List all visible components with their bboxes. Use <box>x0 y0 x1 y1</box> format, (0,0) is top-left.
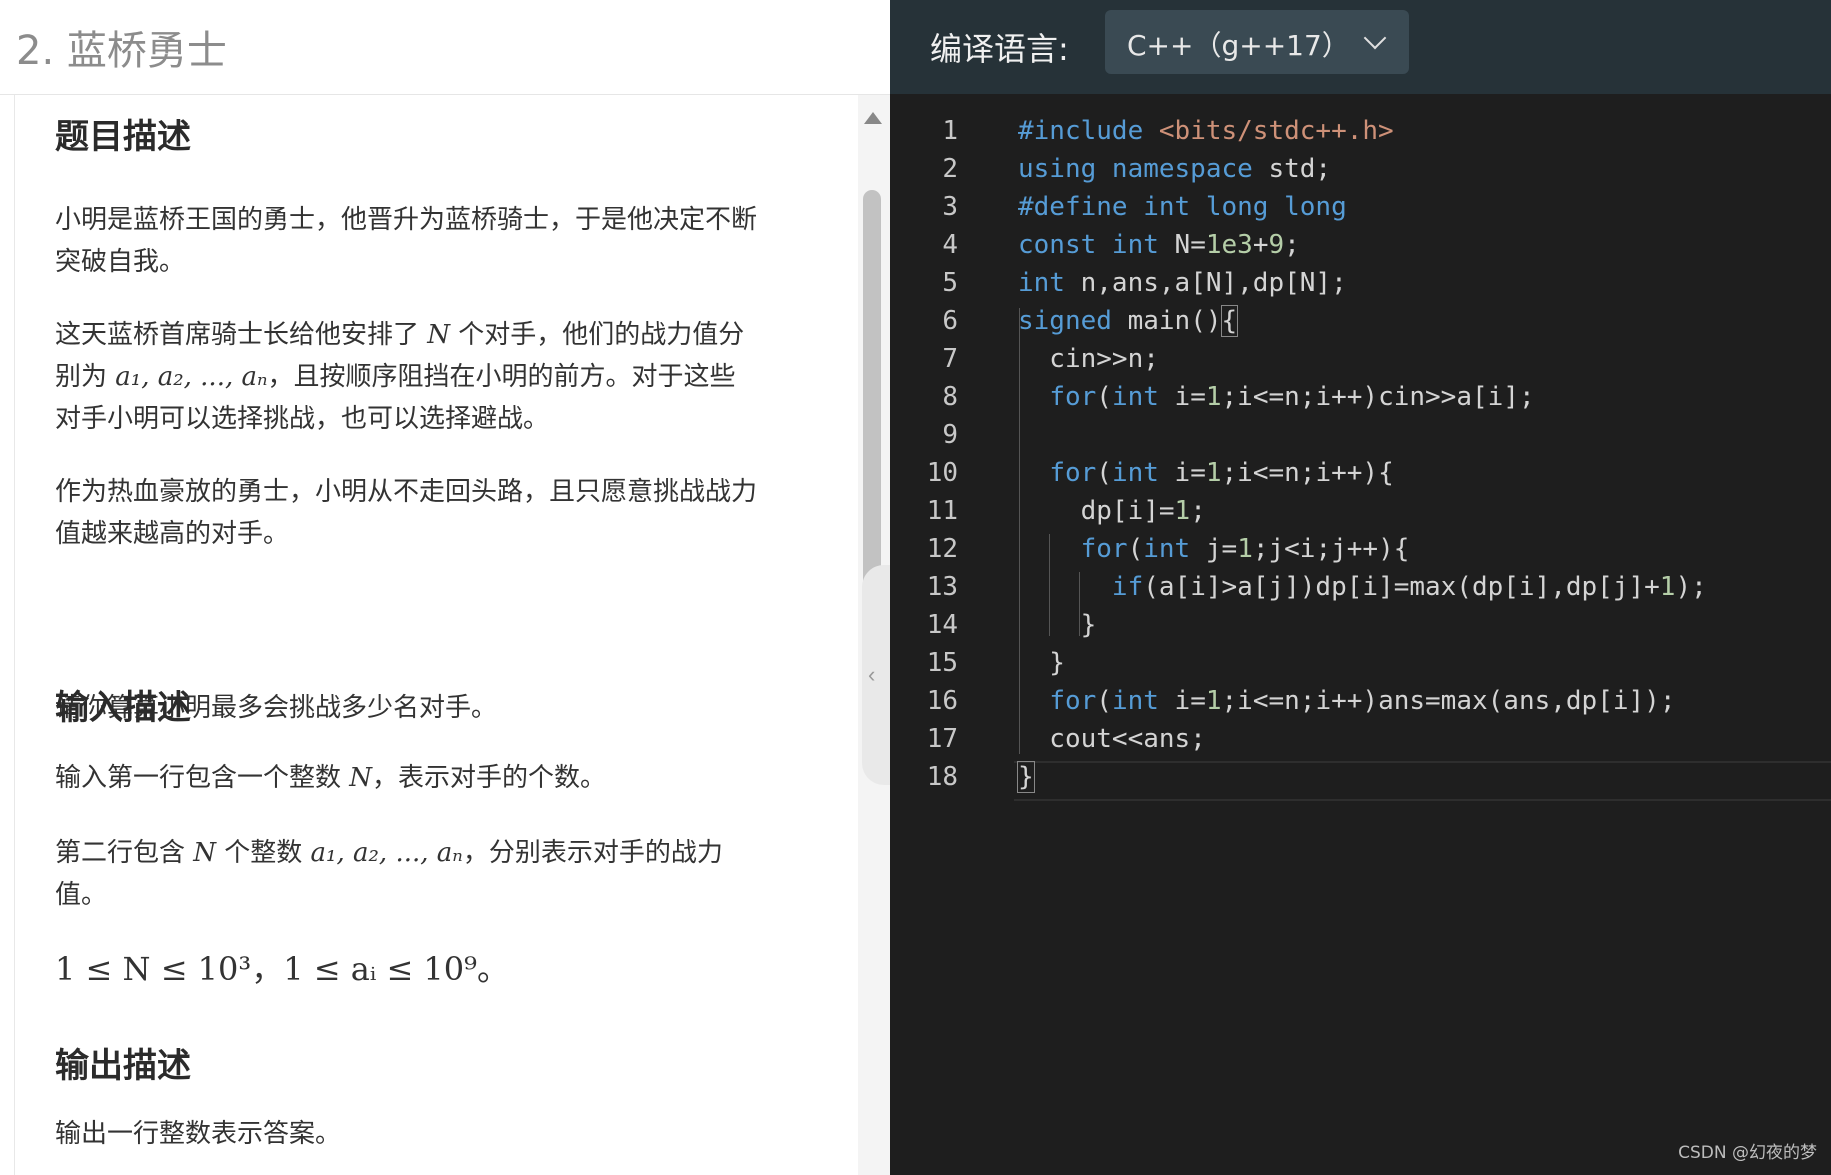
code-line: #include <bits/stdc++.h> <box>1018 116 1394 146</box>
line-number: 1 <box>942 116 958 146</box>
line-number: 9 <box>942 420 958 450</box>
watermark: CSDN @幻夜的梦 <box>1678 1143 1817 1163</box>
section-heading-description: 题目描述 <box>55 117 191 157</box>
problem-content: 题目描述 小明是蓝桥王国的勇士，他晋升为蓝桥骑士，于是他决定不断 突破自我。 这… <box>55 95 835 1175</box>
language-select-value: C++（g++17） <box>1127 29 1350 62</box>
math-N: N <box>193 838 217 868</box>
line-number: 15 <box>926 648 958 678</box>
code-line: } <box>1018 610 1097 640</box>
paragraph: 输出一行整数表示答案。 <box>55 1113 825 1155</box>
section-heading-input: 输入描述 <box>55 688 191 728</box>
constraint-a: 1 ≤ aᵢ ≤ 10⁹ <box>283 950 477 988</box>
math-sequence: a₁, a₂, ..., aₙ <box>310 838 463 868</box>
scrollbar-thumb[interactable] <box>863 190 881 600</box>
text-line: 这天蓝桥首席骑士长给他安排了 N 个对手，他们的战力值分 <box>55 320 745 350</box>
chevron-left-icon[interactable]: ‹ <box>868 662 875 688</box>
chevron-down-icon <box>1363 26 1387 50</box>
code-editor[interactable]: 1 2 3 4 5 6 7 8 9 10 11 12 13 14 15 16 17 18 #include <bi… <box>890 94 1831 1175</box>
section-heading-output: 输出描述 <box>55 1046 191 1086</box>
code-line: const int N=1e3+9; <box>1018 230 1300 260</box>
paragraph: 小明是蓝桥王国的勇士，他晋升为蓝桥骑士，于是他决定不断 突破自我。 <box>55 199 825 283</box>
text-line: 输入第一行包含一个整数 N，表示对手的个数。 <box>55 763 607 793</box>
collapse-panel-handle[interactable] <box>862 565 892 785</box>
line-number: 2 <box>942 154 958 184</box>
paragraph: 这天蓝桥首席骑士长给他安排了 N 个对手，他们的战力值分 别为 a₁, a₂, … <box>55 314 825 440</box>
text-line: 第二行包含 N 个整数 a₁, a₂, ..., aₙ，分别表示对手的战力 <box>55 838 723 868</box>
line-number: 5 <box>942 268 958 298</box>
line-number: 4 <box>942 230 958 260</box>
language-label: 编译语言: <box>930 30 1069 68</box>
language-select[interactable]: C++（g++17） <box>1105 10 1409 74</box>
code-line: int n,ans,a[N],dp[N]; <box>1018 268 1347 298</box>
code-line: for(int i=1;i<=n;i++)cin>>a[i]; <box>1049 382 1535 412</box>
line-number: 3 <box>942 192 958 222</box>
text-line: 别为 a₁, a₂, ..., aₙ，且按顺序阻挡在小明的前方。对于这些 <box>55 362 736 392</box>
scroll-up-arrow-icon[interactable] <box>864 112 882 124</box>
line-number: 12 <box>926 534 958 564</box>
line-number: 18 <box>926 762 958 792</box>
math-N: N <box>349 763 373 793</box>
code-line: using namespace std; <box>1018 154 1332 184</box>
text-line: 输出一行整数表示答案。 <box>55 1119 342 1149</box>
text-line: 值越来越高的对手。 <box>55 519 290 549</box>
current-line-highlight <box>1014 761 1831 801</box>
code-line: } <box>1018 648 1065 678</box>
line-number: 16 <box>926 686 958 716</box>
code-line: for(int i=1;i<=n;i++){ <box>1049 458 1394 488</box>
paragraph: 输入第一行包含一个整数 N，表示对手的个数。 <box>55 757 825 799</box>
code-line: cout<<ans; <box>1018 724 1206 754</box>
code-line: cin>>n; <box>1018 344 1159 374</box>
code-line: #define int long long <box>1018 192 1347 222</box>
constraint-n: 1 ≤ N ≤ 10³ <box>55 950 252 988</box>
code-line: for(int i=1;i<=n;i++)ans=max(ans,dp[i]); <box>1049 686 1676 716</box>
line-number: 13 <box>926 572 958 602</box>
paragraph: 第二行包含 N 个整数 a₁, a₂, ..., aₙ，分别表示对手的战力 值。 <box>55 832 825 916</box>
line-number: 7 <box>942 344 958 374</box>
constraints: 1 ≤ N ≤ 10³，1 ≤ aᵢ ≤ 10⁹。 <box>55 950 509 988</box>
code-line: for(int j=1;j<i;j++){ <box>1080 534 1410 564</box>
line-number: 14 <box>926 610 958 640</box>
problem-title-bar: 2. 蓝桥勇士 <box>0 0 890 95</box>
math-sequence: a₁, a₂, ..., aₙ <box>115 362 268 392</box>
panel-divider <box>14 95 15 1175</box>
code-line: if(a[i]>a[j])dp[i]=max(dp[i],dp[j]+1); <box>1111 572 1707 602</box>
code-line: } <box>1017 761 1035 793</box>
code-line: dp[i]=1; <box>1018 496 1206 526</box>
line-number: 8 <box>942 382 958 412</box>
code-line: signed main(){ <box>1018 305 1239 337</box>
text-line: 突破自我。 <box>55 247 186 277</box>
line-number: 10 <box>926 458 958 488</box>
line-number: 6 <box>942 306 958 336</box>
paragraph: 作为热血豪放的勇士，小明从不走回头路，且只愿意挑战战力 值越来越高的对手。 <box>55 471 825 555</box>
editor-panel: 编译语言: C++（g++17） 1 2 3 4 5 6 7 8 9 10 11 12 13 14 15 16… <box>890 0 1831 1175</box>
text-line: 小明是蓝桥王国的勇士，他晋升为蓝桥骑士，于是他决定不断 <box>55 205 758 235</box>
problem-title: 2. 蓝桥勇士 <box>16 28 227 74</box>
math-N: N <box>427 320 451 350</box>
problem-panel: 2. 蓝桥勇士 题目描述 小明是蓝桥王国的勇士，他晋升为蓝桥骑士，于是他决定不断… <box>0 0 892 1175</box>
text-line: 值。 <box>55 880 108 910</box>
editor-toolbar: 编译语言: C++（g++17） <box>890 0 1831 94</box>
text-line: 对手小明可以选择挑战，也可以选择避战。 <box>55 404 550 434</box>
line-number: 17 <box>926 724 958 754</box>
line-number: 11 <box>926 496 958 526</box>
text-line: 作为热血豪放的勇士，小明从不走回头路，且只愿意挑战战力 <box>55 477 758 507</box>
